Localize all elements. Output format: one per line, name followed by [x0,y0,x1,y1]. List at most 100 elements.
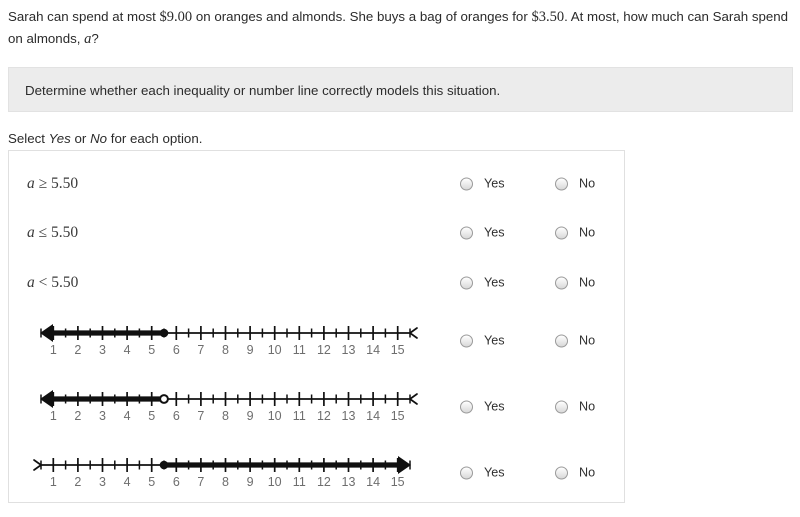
radio-no-option-5[interactable] [555,400,568,414]
svg-text:14: 14 [366,343,380,357]
svg-text:7: 7 [197,343,204,357]
svg-text:6: 6 [173,343,180,357]
svg-text:10: 10 [268,409,282,423]
radio-no-option-3[interactable] [555,276,568,290]
choice-no-option-3[interactable]: No [555,275,596,290]
svg-text:15: 15 [391,343,405,357]
choice-label-yes-option-5: Yes [484,399,505,414]
inequality-option-3: a < 5.50 [27,274,78,292]
svg-text:10: 10 [268,475,282,489]
choice-label-yes-option-6: Yes [484,465,505,480]
number-line-option-4: 1 2 3 4 5 6 7 8 9 10 11 12 13 14 15 [23,319,428,363]
svg-text:13: 13 [342,475,356,489]
choice-label-yes-option-1: Yes [484,176,505,191]
svg-text:8: 8 [222,475,229,489]
svg-text:12: 12 [317,343,331,357]
inequality-option-2: a ≤ 5.50 [27,224,78,242]
svg-text:5: 5 [148,409,155,423]
svg-text:9: 9 [247,343,254,357]
radio-no-option-1[interactable] [555,177,568,191]
svg-text:15: 15 [391,409,405,423]
svg-text:14: 14 [366,475,380,489]
select-prompt-prefix: Select [8,131,49,146]
choice-label-no-option-3: No [579,275,596,290]
radio-yes-option-2[interactable] [460,226,473,240]
radio-no-option-6[interactable] [555,466,568,480]
choice-yes-option-4[interactable]: Yes [460,333,505,348]
choice-label-no-option-2: No [579,225,596,240]
choice-label-no-option-5: No [579,399,596,414]
stem-amount-total: $9.00 [159,9,193,25]
svg-text:1: 1 [50,409,57,423]
choice-no-option-2[interactable]: No [555,225,596,240]
svg-text:11: 11 [293,409,306,423]
choice-label-yes-option-3: Yes [484,275,505,290]
select-prompt-suffix: for each option. [107,131,203,146]
svg-text:11: 11 [293,475,306,489]
inequality-variable: a [27,224,35,241]
choice-no-option-5[interactable]: No [555,399,596,414]
radio-no-option-2[interactable] [555,226,568,240]
svg-text:7: 7 [197,409,204,423]
stem-text-1: Sarah can spend at most [8,9,160,24]
svg-text:8: 8 [222,343,229,357]
svg-text:2: 2 [74,343,81,357]
svg-text:5: 5 [148,343,155,357]
radio-yes-option-5[interactable] [460,400,473,414]
svg-text:3: 3 [99,475,106,489]
directive-text: Determine whether each inequality or num… [25,83,501,98]
svg-text:12: 12 [317,475,331,489]
svg-text:3: 3 [99,409,106,423]
inequality-operator-value: ≤ 5.50 [34,224,79,241]
question-stem: Sarah can spend at most $9.00 on oranges… [8,6,792,50]
choice-no-option-4[interactable]: No [555,334,595,348]
choice-label-no-option-1: No [579,176,596,191]
svg-text:4: 4 [124,475,131,489]
stem-amount-oranges: $3.50 [531,9,565,25]
stem-text-2: on oranges and almonds. She buys a bag o… [192,9,532,24]
svg-text:1: 1 [50,475,57,489]
number-line-option-6: 1 2 3 4 5 6 7 8 9 10 11 12 13 14 15 [23,451,428,495]
stem-text-4: ? [91,31,99,46]
inequality-variable: a [27,175,35,192]
svg-text:1: 1 [50,343,57,357]
svg-text:3: 3 [99,343,106,357]
inequality-variable: a [27,274,35,291]
select-prompt-yes: Yes [48,131,71,146]
number-line-option-5: 1 2 3 4 5 6 7 8 9 10 11 12 13 14 15 [23,385,428,429]
choice-yes-option-1[interactable]: Yes [460,176,505,191]
inequality-option-1: a ≥ 5.50 [27,175,78,193]
radio-yes-option-6[interactable] [460,466,473,480]
select-prompt-no: No [90,131,108,146]
radio-no-option-4[interactable] [555,334,568,348]
inequality-operator-value: < 5.50 [34,274,79,291]
choice-yes-option-5[interactable]: Yes [460,399,505,414]
choice-label-no-option-6: No [579,465,596,480]
inequality-operator-value: ≥ 5.50 [34,175,79,192]
svg-text:13: 13 [342,343,356,357]
choice-yes-option-6[interactable]: Yes [460,465,505,480]
choice-no-option-1[interactable]: No [555,176,596,191]
select-prompt: Select Yes or No for each option. [8,131,202,146]
choice-yes-option-3[interactable]: Yes [460,275,505,290]
svg-text:4: 4 [124,409,131,423]
svg-text:13: 13 [342,409,356,423]
select-prompt-middle: or [70,131,91,146]
choice-yes-option-2[interactable]: Yes [460,226,505,240]
directive-band: Determine whether each inequality or num… [8,67,793,112]
choice-label-yes-option-4: Yes [484,333,505,348]
svg-text:7: 7 [197,475,204,489]
svg-text:2: 2 [74,475,81,489]
radio-yes-option-3[interactable] [460,276,473,290]
svg-text:10: 10 [268,343,282,357]
svg-text:5: 5 [148,475,155,489]
radio-yes-option-1[interactable] [460,177,473,191]
svg-text:6: 6 [173,475,180,489]
svg-text:9: 9 [247,409,254,423]
question-page: Sarah can spend at most $9.00 on oranges… [0,0,800,517]
svg-text:9: 9 [247,475,254,489]
svg-text:6: 6 [173,409,180,423]
choice-no-option-6[interactable]: No [555,465,596,480]
radio-yes-option-4[interactable] [460,334,473,348]
svg-text:15: 15 [391,475,405,489]
